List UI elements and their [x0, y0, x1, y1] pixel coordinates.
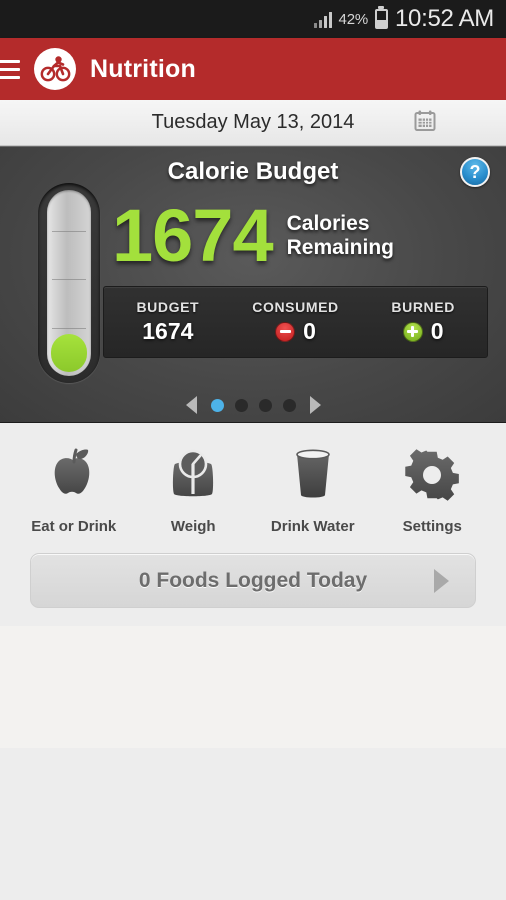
pager-dot-4[interactable]	[282, 398, 296, 412]
background-band-bottom	[0, 748, 506, 866]
hamburger-menu-icon[interactable]	[0, 59, 20, 79]
minus-icon	[275, 321, 296, 342]
stat-consumed-value: 0	[303, 318, 316, 344]
vertical-gauge-icon	[38, 183, 100, 383]
stat-consumed: CONSUMED 0	[232, 287, 360, 357]
calorie-budget-card[interactable]: ? Calorie Budget 1674 Calories Remaining…	[0, 146, 506, 423]
gear-icon	[401, 441, 463, 509]
status-bar-clock: 10:52 AM	[394, 5, 494, 32]
glass-icon	[282, 441, 344, 509]
calendar-icon[interactable]	[414, 109, 436, 136]
stat-budget: BUDGET 1674	[104, 287, 232, 357]
quick-actions-row: Eat or Drink Weigh Drink Water Settings	[0, 423, 506, 553]
calories-remaining-label-line2: Remaining	[286, 236, 394, 259]
app-bar: Nutrition	[0, 38, 506, 100]
action-drink-water[interactable]: Drink Water	[259, 441, 367, 535]
battery-percent-label: 42%	[338, 10, 369, 28]
action-drink-water-label: Drink Water	[270, 518, 355, 535]
foods-logged-section: 0 Foods Logged Today	[0, 553, 506, 624]
action-settings-label: Settings	[402, 518, 462, 535]
calories-remaining-label: Calories Remaining	[287, 212, 394, 260]
battery-icon	[374, 9, 388, 29]
pager-dot-1[interactable]	[210, 398, 224, 412]
stat-budget-label: BUDGET	[136, 299, 200, 315]
pager-dot-2[interactable]	[234, 398, 248, 412]
foods-logged-button[interactable]: 0 Foods Logged Today	[30, 553, 476, 608]
scale-icon	[162, 441, 224, 509]
plus-icon	[402, 321, 423, 342]
apple-icon	[43, 441, 105, 509]
calories-remaining-block: 1674 Calories Remaining	[112, 199, 490, 273]
signal-bars-icon	[313, 11, 332, 28]
calorie-stats-panel: BUDGET 1674 CONSUMED 0 BURNED 0	[103, 286, 488, 358]
date-bar: Tuesday May 13, 2014	[0, 100, 506, 146]
stat-burned-value: 0	[430, 318, 444, 344]
action-eat-or-drink-label: Eat or Drink	[31, 518, 117, 535]
help-question-icon[interactable]: ?	[460, 157, 490, 187]
stat-burned: BURNED 0	[359, 287, 487, 357]
foods-logged-label: 0 Foods Logged Today	[138, 568, 368, 592]
arrow-left-icon[interactable]	[185, 396, 197, 414]
stat-consumed-label: CONSUMED	[252, 299, 339, 315]
current-date-label: Tuesday May 13, 2014	[151, 111, 355, 133]
empty-content-area	[0, 624, 506, 866]
cyclist-logo-icon	[34, 48, 76, 90]
stat-burned-label: BURNED	[391, 299, 455, 315]
arrow-right-icon[interactable]	[309, 396, 321, 414]
action-settings[interactable]: Settings	[378, 441, 486, 535]
pager-dot-3[interactable]	[258, 398, 272, 412]
stat-budget-value: 1674	[142, 318, 194, 344]
action-weigh[interactable]: Weigh	[139, 441, 247, 535]
action-weigh-label: Weigh	[170, 518, 216, 535]
calories-remaining-label-line1: Calories	[286, 211, 370, 235]
card-pager	[0, 396, 506, 414]
calories-remaining-value: 1674	[112, 194, 274, 277]
action-eat-or-drink[interactable]: Eat or Drink	[20, 441, 128, 535]
app-title: Nutrition	[90, 54, 196, 83]
arrow-right-icon	[434, 568, 449, 593]
background-band-middle	[0, 626, 506, 748]
calorie-budget-title: Calorie Budget	[167, 158, 339, 185]
status-bar: 42% 10:52 AM	[0, 0, 506, 38]
